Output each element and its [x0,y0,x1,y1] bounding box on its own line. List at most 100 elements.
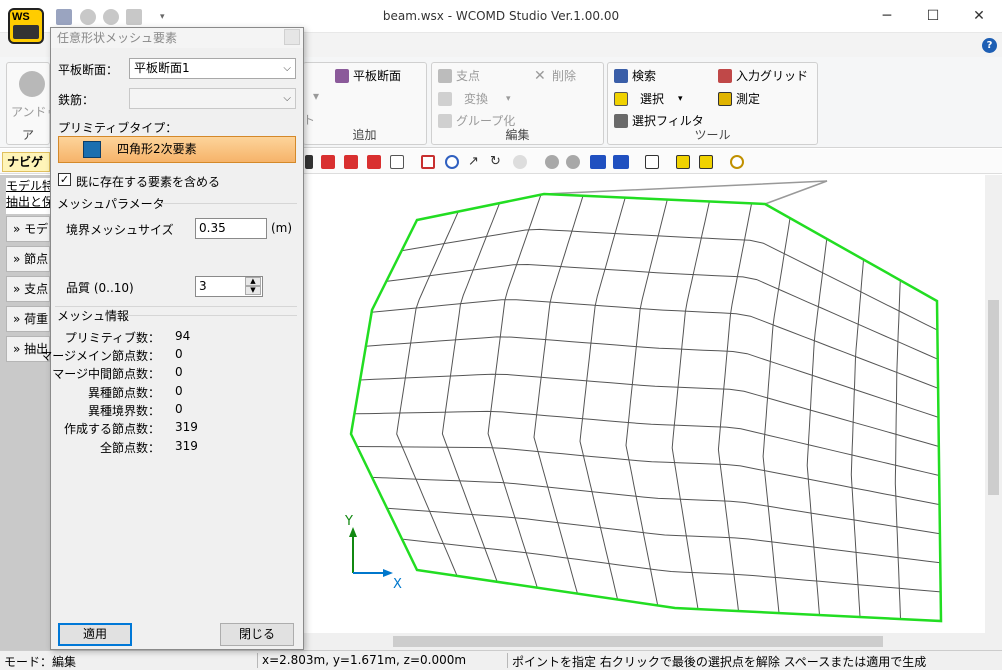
mesh-boundary [349,192,943,623]
navigator-header: ナビゲ [2,152,50,172]
mesh-line [850,259,864,618]
info-value: 94 [175,329,191,343]
include-existing-label[interactable]: 既に存在する要素を含める [76,173,220,190]
close-button[interactable]: 閉じる [220,623,294,646]
horizontal-scrollbar[interactable] [303,633,985,650]
plate-section-button[interactable]: 平板断面 [335,67,401,84]
mesh-line [401,228,938,331]
mesh-line [386,507,941,564]
redo-icon[interactable] [103,9,119,25]
select-button[interactable]: 選択 ▾ [614,90,683,107]
section-select[interactable]: 平板断面1 ⌵ [129,58,296,79]
status-coordinates: x=2.803m, y=1.671m, z=0.000m [262,653,467,667]
convert-button[interactable]: 変換 ▾ [438,90,511,107]
mesh-line [441,202,501,582]
mesh-line [401,538,941,593]
mesh-line [360,373,939,447]
vertical-scroll-thumb[interactable] [988,300,999,495]
spin-down-icon[interactable]: ▼ [245,286,261,295]
primitive-type-label: プリミティブタイプ： [58,121,178,135]
navigator-item-loads[interactable]: » 荷重 [6,306,50,332]
info-label: 全節点数： [99,441,160,455]
mesh-line [717,203,753,612]
ribbon-group-label: ア [21,128,34,142]
support-icon [438,68,452,83]
zoom-extent-icon[interactable] [421,155,435,169]
include-existing-checkbox[interactable]: ✓ [58,173,71,186]
point-view-icon[interactable] [305,155,313,169]
app-logo[interactable]: WS [8,8,44,44]
navigator-item-supports[interactable]: » 支点 [6,276,50,302]
info-label: マージメイン節点数： [40,349,160,363]
back-icon[interactable] [545,155,559,169]
delete-button[interactable]: ✕ 削除 [534,67,576,84]
quality-stepper[interactable]: 3 ▲ ▼ [195,276,263,297]
group-divider [125,315,297,316]
horizontal-scroll-thumb[interactable] [393,636,883,647]
navigator-link-extract[interactable]: 抽出と保 [6,194,50,210]
spin-up-icon[interactable]: ▲ [245,277,261,286]
vertical-scrollbar[interactable] [985,175,1002,633]
app-logo-text: WS [12,11,30,23]
add-dropdown-icon[interactable]: ▾ [313,89,319,103]
primitive-type-button[interactable]: 四角形2次要素 [58,136,296,163]
boundary-mesh-size-label: 境界メッシュサイズ [66,223,174,237]
forward-icon[interactable] [566,155,580,169]
zoom-out-icon[interactable] [445,155,459,169]
cube-top-icon[interactable] [367,155,381,169]
quick-access-dropdown-icon[interactable]: ▾ [160,12,165,22]
rebar-label: 鉄筋： [58,93,95,107]
y-axis-label: Y [344,514,353,529]
navigator-item-label: モデ [24,222,49,236]
expand-icon: » [13,342,21,356]
input-grid-button[interactable]: 入力グリッド [718,67,808,84]
orbit-icon[interactable] [513,155,527,169]
settings-icon[interactable] [126,9,142,25]
info-icon[interactable] [613,155,629,169]
info-value: 0 [175,384,183,398]
measure-button[interactable]: 測定 [718,90,760,107]
undo-large-icon[interactable] [19,71,45,97]
info-label: マージ中間節点数： [52,367,160,381]
x-axis-label: X [393,577,402,592]
help-icon[interactable]: ? [982,38,997,53]
rotate-icon[interactable]: ↻ [490,155,504,169]
expand-icon: » [13,312,21,326]
section-label: 平板断面： [58,63,119,77]
quality-label: 品質 (0..10) [66,281,134,295]
undo-icon[interactable] [80,9,96,25]
apply-button[interactable]: 適用 [58,623,132,646]
dialog-close-button[interactable] [284,29,300,45]
cube-side-icon[interactable] [344,155,358,169]
navigator-item-label: 節点 [24,252,49,266]
group-divider [159,203,297,204]
expand-icon: » [13,222,21,236]
select-window-icon[interactable] [699,155,713,169]
convert-dropdown-icon: ▾ [506,93,511,104]
navigator-item-nodes[interactable]: » 節点 [6,246,50,272]
mesh-drawing[interactable]: Y X [303,175,985,633]
select-pointer-icon[interactable] [645,155,659,169]
close-window-button[interactable]: ✕ [956,0,1002,32]
drawing-canvas[interactable]: Y X [303,175,985,633]
search-button[interactable]: 検索 [614,67,656,84]
expand-icon: » [13,282,21,296]
cube-wire-icon[interactable] [390,155,404,169]
mesh-line [533,195,584,594]
cube-front-icon[interactable] [321,155,335,169]
info-label: 作成する節点数： [63,422,160,436]
rebar-select[interactable]: ⌵ [129,88,296,109]
expand-icon: » [13,252,21,266]
snapshot-icon[interactable] [590,155,606,169]
select-rect-icon[interactable] [676,155,690,169]
support-button[interactable]: 支点 [438,67,480,84]
navigator-link-model[interactable]: モデル特 [6,178,50,194]
find-icon[interactable] [730,155,744,169]
boundary-mesh-size-input[interactable]: 0.35 [195,218,267,239]
maximize-button[interactable]: ☐ [910,0,956,32]
minimize-button[interactable]: ─ [864,0,910,32]
save-icon[interactable] [56,9,72,25]
navigator-item-model[interactable]: » モデ [6,216,50,242]
app-logo-graphic [13,25,39,39]
pan-arrow-icon[interactable]: ↗ [468,155,482,169]
